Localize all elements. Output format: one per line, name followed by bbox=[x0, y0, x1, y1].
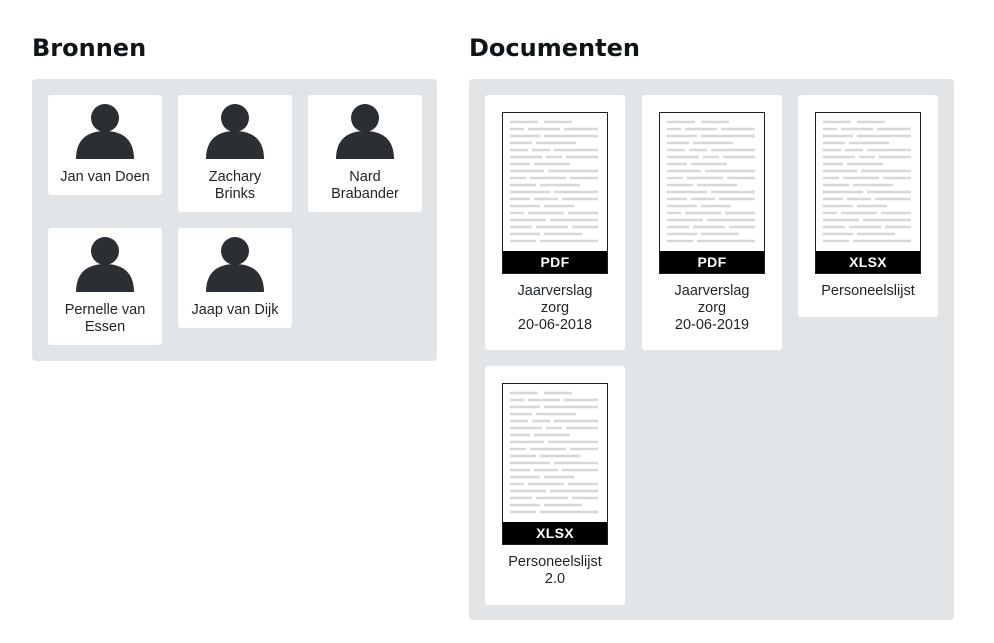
document-name: Personeelslijst 2.0 bbox=[508, 554, 602, 587]
document-thumbnail-icon: XLSX bbox=[502, 383, 608, 545]
documents-heading: Documenten bbox=[469, 34, 640, 62]
source-card-pernelle-van-essen[interactable]: Pernelle van Essen bbox=[48, 228, 162, 345]
source-card-nard-brabander[interactable]: Nard Brabander bbox=[308, 95, 422, 212]
file-type-badge: PDF bbox=[503, 251, 607, 273]
file-type-badge: XLSX bbox=[503, 522, 607, 544]
source-name: Pernelle van Essen bbox=[64, 302, 146, 335]
document-card[interactable]: XLSX Personeelslijst bbox=[798, 95, 938, 317]
sources-heading: Bronnen bbox=[32, 34, 147, 62]
document-thumbnail-icon: XLSX bbox=[815, 112, 921, 274]
person-avatar-icon bbox=[206, 103, 264, 159]
document-name: Jaarverslag zorg 20-06-2019 bbox=[674, 283, 750, 333]
document-thumbnail-icon: PDF bbox=[502, 112, 608, 274]
source-name: Jaap van Dijk bbox=[191, 302, 279, 318]
source-card-zachary-brinks[interactable]: Zachary Brinks bbox=[178, 95, 292, 212]
document-card[interactable]: PDF Jaarverslag zorg 20-06-2018 bbox=[485, 95, 625, 350]
source-card-jaap-van-dijk[interactable]: Jaap van Dijk bbox=[178, 228, 292, 328]
document-card[interactable]: PDF Jaarverslag zorg 20-06-2019 bbox=[642, 95, 782, 350]
source-name: Nard Brabander bbox=[331, 169, 399, 202]
person-avatar-icon bbox=[336, 103, 394, 159]
person-avatar-icon bbox=[76, 103, 134, 159]
text-lines-icon bbox=[510, 391, 598, 514]
document-name: Personeelslijst bbox=[821, 283, 915, 299]
text-lines-icon bbox=[510, 120, 598, 243]
file-type-badge: PDF bbox=[660, 251, 764, 273]
document-card[interactable]: XLSX Personeelslijst 2.0 bbox=[485, 366, 625, 605]
documents-panel: PDF Jaarverslag zorg 20-06-2018 PDF Jaar… bbox=[469, 79, 954, 620]
sources-panel: Jan van Doen Zachary Brinks Nard Braband… bbox=[32, 79, 437, 361]
source-card-jan-van-doen[interactable]: Jan van Doen bbox=[48, 95, 162, 195]
source-name: Zachary Brinks bbox=[208, 169, 262, 202]
file-type-badge: XLSX bbox=[816, 251, 920, 273]
person-avatar-icon bbox=[76, 236, 134, 292]
text-lines-icon bbox=[667, 120, 755, 243]
text-lines-icon bbox=[823, 120, 911, 243]
source-name: Jan van Doen bbox=[60, 169, 150, 185]
person-avatar-icon bbox=[206, 236, 264, 292]
document-thumbnail-icon: PDF bbox=[659, 112, 765, 274]
document-name: Jaarverslag zorg 20-06-2018 bbox=[517, 283, 593, 333]
